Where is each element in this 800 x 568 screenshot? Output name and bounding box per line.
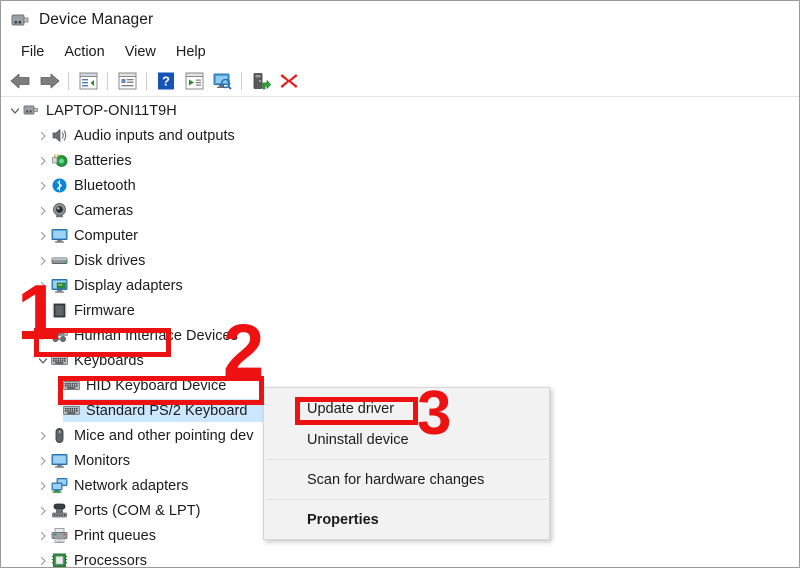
tree-item-display-adapters[interactable]: Display adapters [1, 273, 799, 298]
chevron-right-icon[interactable] [35, 148, 51, 173]
tree-item-label: Display adapters [74, 277, 183, 294]
tree-item-audio-inputs-and-outputs[interactable]: Audio inputs and outputs [1, 123, 799, 148]
processor-icon [51, 552, 68, 567]
tree-item-computer[interactable]: Computer [1, 223, 799, 248]
chevron-down-icon[interactable] [35, 348, 51, 373]
ctx-update-driver[interactable]: Update driver [264, 393, 549, 424]
speaker-icon [51, 127, 68, 144]
toolbar-separator [107, 72, 108, 90]
tree-item-label: Computer [74, 227, 139, 244]
monitor-icon [51, 452, 68, 469]
update-driver-icon[interactable] [180, 68, 208, 94]
tree-item-disk-drives[interactable]: Disk drives [1, 248, 799, 273]
chevron-right-icon[interactable] [35, 223, 51, 248]
chevron-right-icon[interactable] [35, 498, 51, 523]
chevron-right-icon[interactable] [35, 248, 51, 273]
computer-root-icon [23, 102, 40, 119]
hid-icon [51, 327, 68, 344]
menu-view[interactable]: View [115, 42, 166, 62]
device-manager-icon [10, 10, 30, 30]
tree-item-firmware[interactable]: Firmware [1, 298, 799, 323]
tree-item-label: Disk drives [74, 252, 146, 269]
tree-item-label: Mice and other pointing dev [74, 427, 254, 444]
add-legacy-hardware-icon[interactable] [247, 68, 275, 94]
tree-item-label: Cameras [74, 202, 134, 219]
tree-item-label: Batteries [74, 152, 132, 169]
tree-item-label: Standard PS/2 Keyboard [86, 402, 248, 419]
chevron-right-icon[interactable] [35, 448, 51, 473]
monitor-icon [51, 227, 68, 244]
tree-item-cameras[interactable]: Cameras [1, 198, 799, 223]
mouse-icon [51, 427, 68, 444]
chevron-right-icon[interactable] [35, 473, 51, 498]
menu-file[interactable]: File [11, 42, 54, 62]
tree-root-label: LAPTOP-ONI11T9H [46, 102, 177, 119]
chevron-right-icon[interactable] [35, 273, 51, 298]
tree-item-label: Firmware [74, 302, 135, 319]
chevron-right-icon[interactable] [35, 123, 51, 148]
chevron-right-icon[interactable] [35, 423, 51, 448]
chevron-right-icon[interactable] [35, 323, 51, 348]
chevron-right-icon[interactable] [35, 548, 51, 567]
tree-item-human-interface-devices[interactable]: Human Interface Devices [1, 323, 799, 348]
ctx-properties[interactable]: Properties [264, 504, 549, 535]
disk-drive-icon [51, 252, 68, 269]
tree-item-label: Print queues [74, 527, 157, 544]
toolbar: ? [1, 66, 799, 97]
device-manager-window: Device Manager File Action View Help ? L… [0, 0, 800, 568]
chevron-right-icon[interactable] [35, 173, 51, 198]
toolbar-separator [146, 72, 147, 90]
menubar: File Action View Help [1, 38, 799, 66]
tree-item-label: Network adapters [74, 477, 189, 494]
tree-item-bluetooth[interactable]: Bluetooth [1, 173, 799, 198]
display-adapter-icon [51, 277, 68, 294]
help-icon[interactable]: ? [152, 68, 180, 94]
toolbar-separator [68, 72, 69, 90]
tree-item-label: HID Keyboard Device [86, 377, 227, 394]
port-icon [51, 502, 68, 519]
tree-item-batteries[interactable]: Batteries [1, 148, 799, 173]
tree-item-keyboards[interactable]: Keyboards [1, 348, 799, 373]
uninstall-device-icon[interactable] [275, 68, 303, 94]
scan-hardware-changes-icon[interactable] [208, 68, 236, 94]
context-menu-separator [266, 499, 547, 500]
menu-help[interactable]: Help [166, 42, 216, 62]
printer-icon [51, 527, 68, 544]
forward-arrow-icon[interactable] [35, 68, 63, 94]
chevron-right-icon[interactable] [35, 523, 51, 548]
toolbar-separator [241, 72, 242, 90]
context-menu-separator [266, 459, 547, 460]
chevron-down-icon[interactable] [7, 98, 23, 123]
battery-icon [51, 152, 68, 169]
show-hide-console-tree-icon[interactable] [74, 68, 102, 94]
ctx-uninstall-device[interactable]: Uninstall device [264, 424, 549, 455]
keyboard-icon [63, 377, 80, 394]
ctx-scan-hardware[interactable]: Scan for hardware changes [264, 464, 549, 495]
properties-icon[interactable] [113, 68, 141, 94]
tree-item-label: Audio inputs and outputs [74, 127, 235, 144]
back-arrow-icon[interactable] [7, 68, 35, 94]
menu-action[interactable]: Action [54, 42, 114, 62]
svg-text:?: ? [162, 74, 170, 89]
network-adapter-icon [51, 477, 68, 494]
bluetooth-icon [51, 177, 68, 194]
tree-root-row[interactable]: LAPTOP-ONI11T9H [1, 98, 799, 123]
keyboard-icon [63, 402, 80, 419]
camera-icon [51, 202, 68, 219]
titlebar: Device Manager [1, 1, 799, 38]
tree-item-label: Keyboards [74, 352, 144, 369]
tree-item-label: Monitors [74, 452, 130, 469]
context-menu: Update driver Uninstall device Scan for … [263, 387, 550, 540]
tree-item-label: Bluetooth [74, 177, 136, 194]
tree-item-processors[interactable]: Processors [1, 548, 799, 567]
window-title: Device Manager [39, 10, 154, 28]
chevron-right-icon[interactable] [35, 298, 51, 323]
tree-item-label: Processors [74, 552, 148, 568]
tree-item-label: Ports (COM & LPT) [74, 502, 201, 519]
firmware-chip-icon [51, 302, 68, 319]
tree-item-label: Human Interface Devices [74, 327, 238, 344]
keyboard-icon [51, 352, 68, 369]
chevron-right-icon[interactable] [35, 198, 51, 223]
